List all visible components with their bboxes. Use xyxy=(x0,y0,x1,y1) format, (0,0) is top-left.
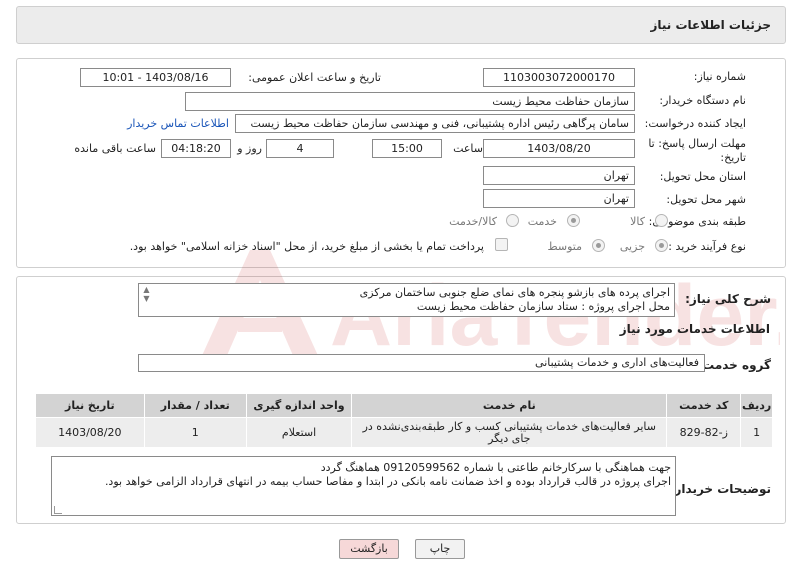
buyer-notes-textarea[interactable]: جهت هماهنگی با سرکارخانم طاعتی با شماره … xyxy=(51,456,676,516)
city-label: شهر محل تحویل: xyxy=(666,193,746,206)
announce-datetime-field[interactable]: 1403/08/16 - 10:01 xyxy=(80,68,231,87)
col-date: تاریخ نیاز xyxy=(35,393,145,418)
cell-row: 1 xyxy=(740,417,773,448)
buyer-notes-line-1: جهت هماهنگی با سرکارخانم طاعتی با شماره … xyxy=(320,461,671,474)
description-line-2: محل اجرای پروژه : ستاد سازمان حفاظت محیط… xyxy=(416,300,670,313)
service-group-field[interactable]: فعالیت‌های اداری و خدمات پشتیبانی xyxy=(138,354,705,372)
remaining-time-field[interactable]: 04:18:20 xyxy=(161,139,231,158)
category-service-label: خدمت xyxy=(527,215,557,228)
category-goods-service-label: کالا/خدمت xyxy=(449,215,497,228)
need-number-label: شماره نیاز: xyxy=(693,70,746,83)
cell-date: 1403/08/20 xyxy=(35,417,145,448)
category-service-radio[interactable] xyxy=(567,214,580,227)
payment-treasury-checkbox[interactable] xyxy=(495,238,508,251)
buyer-org-field[interactable]: سازمان حفاظت محیط زیست xyxy=(185,92,635,111)
print-button[interactable]: چاپ xyxy=(415,539,465,559)
service-group-label: گروه خدمت: xyxy=(697,358,771,372)
description-textarea[interactable]: اجرای پرده های بازشو پنجره های نمای ضلع … xyxy=(138,283,675,317)
need-number-field[interactable]: 1103003072000170 xyxy=(483,68,635,87)
description-line-1: اجرای پرده های بازشو پنجره های نمای ضلع … xyxy=(359,286,670,299)
services-table-header: ردیف کد خدمت نام خدمت واحد اندازه گیری ت… xyxy=(35,393,773,418)
days-label: روز و xyxy=(237,142,262,155)
city-field[interactable]: تهران xyxy=(483,189,635,208)
cell-unit: استعلام xyxy=(245,417,353,448)
remaining-days-field[interactable]: 4 xyxy=(266,139,334,158)
col-unit: واحد اندازه گیری xyxy=(245,393,353,418)
deadline-label-date: تاریخ: xyxy=(720,151,746,164)
col-row: ردیف xyxy=(740,393,773,418)
page-title: جزئیات اطلاعات نیاز xyxy=(650,18,771,32)
deadline-label: مهلت ارسال پاسخ: تا xyxy=(648,137,746,150)
province-label: استان محل تحویل: xyxy=(659,170,746,183)
process-minor-radio[interactable] xyxy=(655,239,668,252)
announce-datetime-label: تاریخ و ساعت اعلان عمومی: xyxy=(248,71,381,84)
col-qty: تعداد / مقدار xyxy=(143,393,247,418)
page-header: جزئیات اطلاعات نیاز xyxy=(16,6,786,44)
col-name: نام خدمت xyxy=(351,393,668,418)
process-minor-label: جزیی xyxy=(619,240,645,253)
category-goods-label: کالا xyxy=(630,215,645,228)
cell-name: سایر فعالیت‌های خدمات پشتیبانی کسب و کار… xyxy=(351,417,668,448)
process-medium-radio[interactable] xyxy=(592,239,605,252)
process-medium-label: متوسط xyxy=(547,240,582,253)
deadline-date-field[interactable]: 1403/08/20 xyxy=(483,139,635,158)
back-button[interactable]: بازگشت xyxy=(339,539,399,559)
deadline-time-label: ساعت xyxy=(453,142,483,155)
buyer-contact-link[interactable]: اطلاعات تماس خریدار xyxy=(127,117,229,130)
info-panel xyxy=(16,58,786,268)
col-code: کد خدمت xyxy=(666,393,742,418)
remaining-time-label: ساعت باقی مانده xyxy=(74,142,156,155)
category-goods-service-radio[interactable] xyxy=(506,214,519,227)
services-table: ردیف کد خدمت نام خدمت واحد اندازه گیری ت… xyxy=(35,393,773,448)
category-goods-radio[interactable] xyxy=(655,214,668,227)
requester-field[interactable]: سامان پرگاهی رئیس اداره پشتیبانی، فنی و … xyxy=(235,114,635,133)
scroll-up-down-icon[interactable]: ▲ ▼ xyxy=(141,285,152,315)
buyer-notes-label: توضیحات خریدار: xyxy=(669,482,771,496)
deadline-time-field[interactable]: 15:00 xyxy=(372,139,442,158)
table-row: 1 ز-82-829 سایر فعالیت‌های خدمات پشتیبان… xyxy=(35,417,773,448)
process-label: نوع فرآیند خرید : xyxy=(668,240,746,253)
payment-note: پرداخت تمام یا بخشی از مبلغ خرید، از محل… xyxy=(129,240,484,253)
resize-handle-icon[interactable] xyxy=(54,506,62,514)
description-label: شرح کلی نیاز: xyxy=(685,292,771,306)
services-section-title: اطلاعات خدمات مورد نیاز xyxy=(619,322,770,336)
cell-code: ز-82-829 xyxy=(666,417,742,448)
requester-label: ایجاد کننده درخواست: xyxy=(644,117,746,130)
province-field[interactable]: تهران xyxy=(483,166,635,185)
cell-qty: 1 xyxy=(143,417,247,448)
buyer-org-label: نام دستگاه خریدار: xyxy=(659,94,746,107)
buyer-notes-line-2: اجرای پروژه در قالب قرارداد بوده و اخذ ض… xyxy=(104,475,671,488)
